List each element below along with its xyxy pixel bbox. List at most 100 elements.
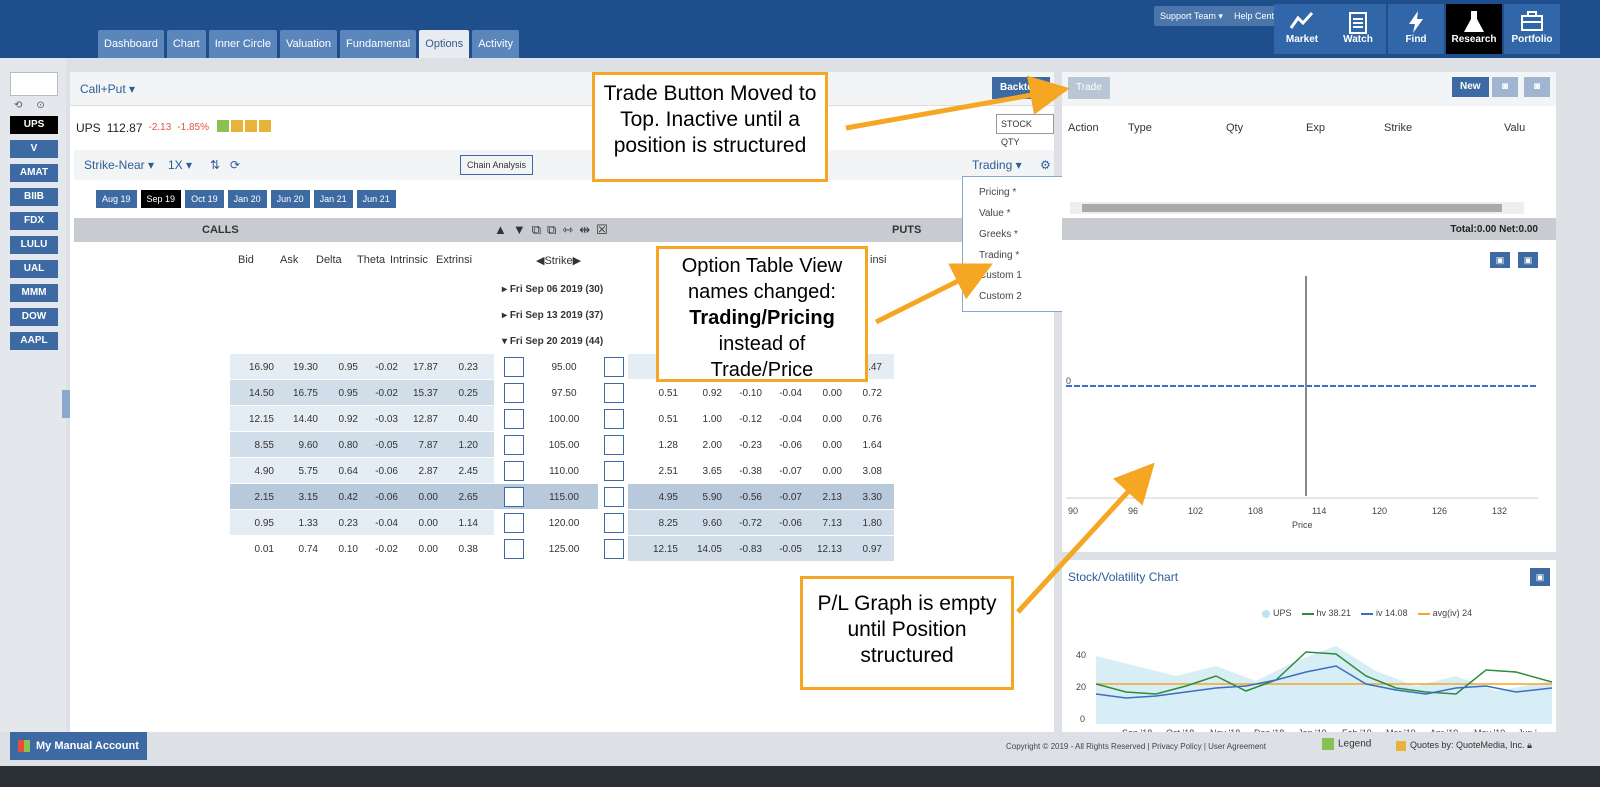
expiry-jun21[interactable]: Jun 21	[356, 190, 396, 208]
camera-icon[interactable]: ◙	[1524, 77, 1550, 97]
expiry-group-sep20[interactable]: ▾ Fri Sep 20 2019 (44)	[502, 336, 603, 347]
expiry-jun20[interactable]: Jun 20	[270, 190, 310, 208]
tab-activity[interactable]: Activity	[472, 30, 520, 58]
put-cell: -0.38	[739, 466, 762, 477]
nav-market[interactable]: Market	[1274, 4, 1330, 54]
strike-near-label: Strike-Near	[84, 158, 145, 172]
close-icon[interactable]: ☒	[596, 222, 608, 238]
menu-item-value[interactable]: Value *	[979, 208, 1011, 219]
stock-qty-button[interactable]: STOCK QTY	[996, 114, 1054, 147]
call-cell: 15.37	[412, 388, 438, 399]
multiplier-dropdown[interactable]: 1X ▾	[168, 158, 192, 172]
camera-icon[interactable]: ◙	[1492, 77, 1518, 97]
put-select-checkbox[interactable]	[604, 435, 624, 455]
call-select-checkbox[interactable]	[504, 513, 524, 533]
triangle-down-icon[interactable]: ▼	[513, 222, 526, 238]
expiry-jan20[interactable]: Jan 20	[227, 190, 267, 208]
symbol-ual[interactable]: UAL	[10, 260, 58, 278]
call-select-checkbox[interactable]	[504, 487, 524, 507]
sort-icon[interactable]: ⇅	[210, 158, 220, 172]
tab-dashboard[interactable]: Dashboard	[98, 30, 164, 58]
menu-item-custom2[interactable]: Custom 2	[979, 291, 1022, 302]
expiry-date: Fri Sep 20 2019 (44)	[509, 336, 604, 347]
chart-option-icon[interactable]: ▣	[1490, 252, 1510, 268]
tab-valuation[interactable]: Valuation	[279, 30, 338, 58]
my-manual-account-button[interactable]: My Manual Account	[10, 732, 147, 760]
tab-fundamental[interactable]: Fundamental	[340, 30, 417, 58]
symbol-ups[interactable]: UPS	[10, 116, 58, 134]
expand-chart-icon[interactable]: ▣	[1530, 568, 1550, 586]
tab-inner-circle[interactable]: Inner Circle	[208, 30, 277, 58]
put-select-checkbox[interactable]	[604, 487, 624, 507]
legend-button[interactable]: Legend	[1322, 738, 1371, 750]
symbol-fdx[interactable]: FDX	[10, 212, 58, 230]
call-select-checkbox[interactable]	[504, 461, 524, 481]
menu-item-trading[interactable]: Trading *	[979, 250, 1019, 261]
merge-icon[interactable]: ⇹	[579, 222, 590, 238]
trade-scrollbar[interactable]	[1070, 202, 1524, 214]
col-strike[interactable]: ◀Strike▶	[536, 254, 581, 267]
collapse-icon[interactable]: ⧉	[547, 222, 556, 238]
tab-options[interactable]: Options	[419, 30, 470, 58]
clock-icon[interactable]	[230, 120, 243, 132]
symbol-input[interactable]	[10, 72, 58, 96]
symbol-aapl[interactable]: AAPL	[10, 332, 58, 350]
call-put-dropdown[interactable]: Call+Put ▾	[80, 82, 135, 96]
put-select-checkbox[interactable]	[604, 357, 624, 377]
strike-near-dropdown[interactable]: Strike-Near ▾	[84, 158, 154, 172]
put-select-checkbox[interactable]	[604, 461, 624, 481]
symbol-amat[interactable]: AMAT	[10, 164, 58, 182]
table-view-dropdown[interactable]: Trading ▾	[972, 158, 1022, 172]
put-select-checkbox[interactable]	[604, 539, 624, 559]
expiry-aug19[interactable]: Aug 19	[96, 190, 137, 208]
nav-watch[interactable]: Watch	[1330, 4, 1386, 54]
sidebar-collapse-handle[interactable]	[62, 390, 70, 418]
scroll-thumb[interactable]	[1082, 204, 1502, 212]
tab-chart[interactable]: Chart	[166, 30, 206, 58]
expiry-sep19[interactable]: Sep 19	[140, 190, 182, 208]
gear-icon[interactable]: ⚙	[1040, 158, 1051, 172]
nav-research[interactable]: Research	[1446, 4, 1502, 54]
put-select-checkbox[interactable]	[604, 513, 624, 533]
expiry-group-sep13[interactable]: ▸ Fri Sep 13 2019 (37)	[502, 310, 603, 321]
settings-icon[interactable]: ⊙	[36, 100, 44, 111]
symbol-dow[interactable]: DOW	[10, 308, 58, 326]
call-select-checkbox[interactable]	[504, 383, 524, 403]
menu-item-pricing[interactable]: Pricing *	[979, 187, 1016, 198]
expand-icon[interactable]: ⧉	[532, 222, 541, 238]
quote-icons	[215, 120, 271, 135]
nav-find[interactable]: Find	[1388, 4, 1444, 54]
refresh-chain-icon[interactable]: ⟳	[230, 158, 240, 172]
menu-item-greeks[interactable]: Greeks *	[979, 229, 1018, 240]
chart-icon[interactable]	[216, 120, 229, 132]
put-select-checkbox[interactable]	[604, 409, 624, 429]
put-cell: 0.00	[822, 440, 842, 451]
call-select-checkbox[interactable]	[504, 539, 524, 559]
dollar-icon[interactable]	[244, 120, 257, 132]
chain-analysis-button[interactable]: Chain Analysis	[460, 155, 534, 175]
quote-price: 112.87	[106, 120, 143, 135]
symbol-v[interactable]: V	[10, 140, 58, 158]
split-icon[interactable]: ⇿	[562, 222, 573, 238]
support-team-button[interactable]: Support Team ▾	[1154, 6, 1229, 26]
trade-button[interactable]: Trade	[1068, 77, 1110, 99]
menu-item-custom1[interactable]: Custom 1	[979, 270, 1022, 281]
triangle-up-icon[interactable]: ▲	[494, 222, 507, 238]
call-select-checkbox[interactable]	[504, 357, 524, 377]
expiry-jan21[interactable]: Jan 21	[313, 190, 353, 208]
nav-portfolio[interactable]: Portfolio	[1504, 4, 1560, 54]
backtest-button[interactable]: Backtest	[992, 77, 1050, 99]
expiry-group-sep06[interactable]: ▸ Fri Sep 06 2019 (30)	[502, 284, 603, 295]
call-select-checkbox[interactable]	[504, 409, 524, 429]
put-select-checkbox[interactable]	[604, 383, 624, 403]
col-theta: Theta	[357, 254, 386, 266]
symbol-biib[interactable]: BIIB	[10, 188, 58, 206]
refresh-icon[interactable]: ⟲	[14, 100, 22, 111]
chart-export-icon[interactable]: ▣	[1518, 252, 1538, 268]
symbol-lulu[interactable]: LULU	[10, 236, 58, 254]
expiry-oct19[interactable]: Oct 19	[185, 190, 224, 208]
symbol-mmm[interactable]: MMM	[10, 284, 58, 302]
new-button[interactable]: New	[1452, 77, 1489, 97]
call-select-checkbox[interactable]	[504, 435, 524, 455]
news-icon[interactable]	[258, 120, 271, 132]
